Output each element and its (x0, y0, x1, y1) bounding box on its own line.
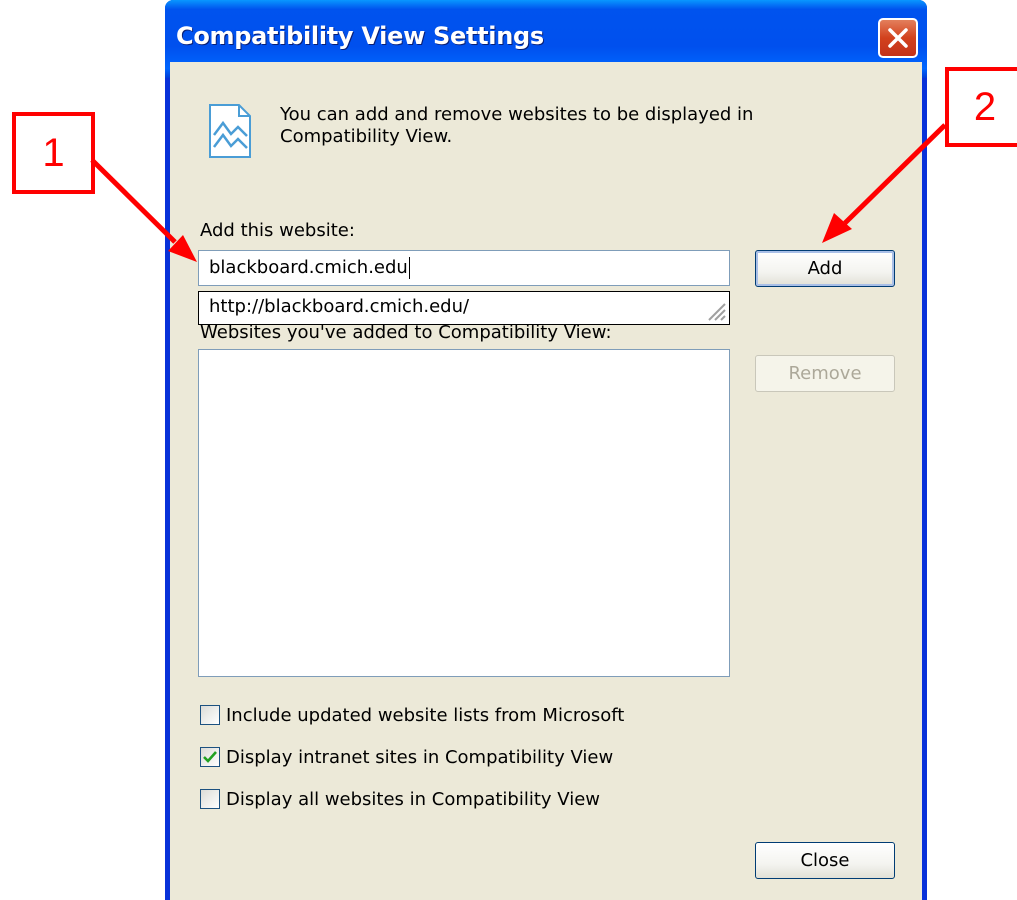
checkbox-row-intranet[interactable]: Display intranet sites in Compatibility … (200, 744, 613, 770)
window-title: Compatibility View Settings (176, 22, 544, 50)
info-text: You can add and remove websites to be di… (280, 104, 754, 147)
checkbox-row-all-websites[interactable]: Display all websites in Compatibility Vi… (200, 786, 600, 812)
websites-list-label: Websites you've added to Compatibility V… (200, 322, 612, 343)
include-lists-label: Include updated website lists from Micro… (226, 704, 625, 726)
checkmark-icon (203, 751, 217, 763)
compatibility-view-dialog: Compatibility View Settings You can add … (165, 0, 927, 900)
autocomplete-dropdown[interactable]: http://blackboard.cmich.edu/ (198, 291, 730, 325)
compatibility-view-icon (209, 104, 251, 158)
add-button[interactable]: Add (755, 250, 895, 287)
resize-grip-icon[interactable] (701, 296, 727, 322)
include-lists-checkbox[interactable] (200, 705, 220, 725)
add-website-label: Add this website: (200, 220, 355, 241)
callout-1: 1 (12, 112, 95, 194)
window-close-button[interactable] (878, 18, 918, 58)
checkbox-row-include-lists[interactable]: Include updated website lists from Micro… (200, 702, 624, 728)
add-website-value: blackboard.cmich.edu (209, 257, 408, 278)
text-caret (408, 257, 410, 279)
all-websites-label: Display all websites in Compatibility Vi… (226, 788, 600, 810)
add-website-input[interactable]: blackboard.cmich.edu (198, 250, 730, 286)
intranet-checkbox[interactable] (200, 747, 220, 767)
autocomplete-suggestion[interactable]: http://blackboard.cmich.edu/ (209, 296, 469, 317)
remove-button[interactable]: Remove (755, 355, 895, 392)
close-button[interactable]: Close (755, 842, 895, 879)
callout-2: 2 (945, 67, 1017, 147)
close-icon (888, 28, 908, 48)
websites-list[interactable] (198, 349, 730, 677)
all-websites-checkbox[interactable] (200, 789, 220, 809)
intranet-label: Display intranet sites in Compatibility … (226, 746, 614, 768)
arrow-1 (90, 158, 177, 244)
dialog-body: You can add and remove websites to be di… (170, 62, 922, 900)
